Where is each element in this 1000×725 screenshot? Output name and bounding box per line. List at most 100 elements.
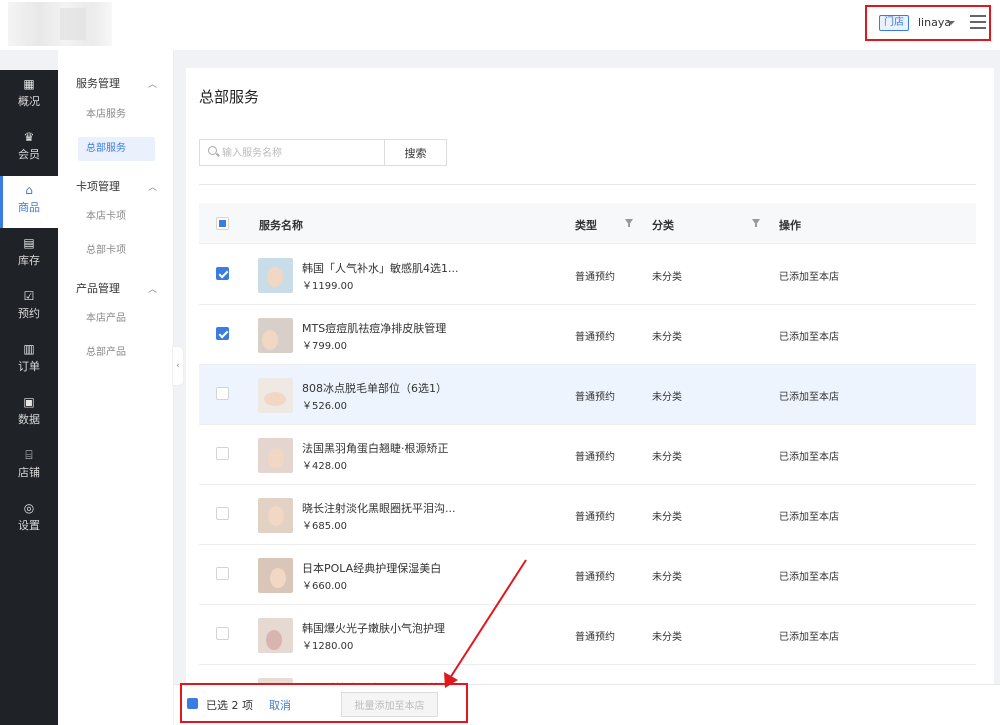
- column-header-category: 分类: [652, 219, 674, 232]
- row-checkbox[interactable]: [216, 567, 229, 580]
- inventory-icon: ▤: [23, 236, 35, 250]
- service-category: 未分类: [652, 572, 682, 583]
- nav-item-label: 会员: [18, 148, 40, 161]
- service-category: 未分类: [652, 512, 682, 523]
- service-type: 普通预约: [575, 572, 615, 583]
- service-name: 法国黑羽角蛋白翘睫·根源矫正: [302, 442, 449, 455]
- select-all-checkbox[interactable]: [216, 217, 229, 230]
- menu-item-hq-card[interactable]: 总部卡项: [78, 239, 155, 263]
- row-checkbox[interactable]: [216, 627, 229, 640]
- storefront-icon: ⌸: [25, 448, 33, 462]
- service-type: 普通预约: [575, 632, 615, 643]
- row-checkbox[interactable]: [216, 507, 229, 520]
- service-type: 普通预约: [575, 392, 615, 403]
- service-name: 日本POLA经典护理保湿美白: [302, 562, 442, 575]
- shop-icon: ⌂: [25, 183, 33, 197]
- cancel-selection-link[interactable]: 取消: [269, 697, 291, 713]
- nav-item-store[interactable]: ⌸ 店铺: [0, 441, 58, 493]
- service-thumbnail: [258, 618, 293, 653]
- chevron-up-icon[interactable]: ︿: [148, 77, 157, 90]
- nav-item-inventory[interactable]: ▤ 库存: [0, 229, 58, 281]
- chevron-up-icon[interactable]: ︿: [148, 180, 157, 193]
- service-action-status: 已添加至本店: [779, 392, 839, 403]
- search-field[interactable]: [199, 139, 385, 166]
- service-type: 普通预约: [575, 452, 615, 463]
- chevron-down-icon[interactable]: [947, 21, 955, 25]
- service-thumbnail: [258, 558, 293, 593]
- menu-item-hq-service[interactable]: 总部服务: [78, 137, 155, 161]
- service-price: ￥428.00: [302, 461, 347, 472]
- row-checkbox[interactable]: [216, 267, 229, 280]
- nav-item-member[interactable]: ♛ 会员: [0, 123, 58, 175]
- table-row[interactable]: 韩国爆火光子嫩肤小气泡护理 ￥1280.00 普通预约 未分类 已添加至本店: [199, 605, 976, 665]
- service-category: 未分类: [652, 392, 682, 403]
- service-category: 未分类: [652, 632, 682, 643]
- menu-group-card[interactable]: 卡项管理: [76, 178, 120, 194]
- nav-item-overview[interactable]: ▦ 概况: [0, 70, 58, 122]
- filter-icon[interactable]: [625, 219, 633, 227]
- selected-indicator-checkbox[interactable]: [187, 698, 198, 709]
- settings-icon: ◎: [23, 501, 35, 515]
- nav-item-label: 数据: [18, 413, 40, 426]
- nav-item-label: 店铺: [18, 466, 40, 479]
- table-row[interactable]: MTS痘痘肌祛痘净排皮肤管理 ￥799.00 普通预约 未分类 已添加至本店: [199, 305, 976, 365]
- search-button[interactable]: 搜索: [384, 139, 447, 166]
- menu-group-product[interactable]: 产品管理: [76, 280, 120, 296]
- batch-add-button[interactable]: 批量添加至本店: [341, 692, 438, 717]
- primary-nav: ▦ 概况 ♛ 会员 ⌂ 商品 ▤ 库存 ☑ 预约 ▥ 订单 ▣ 数据 ⌸ 店铺 ◎ 设置: [0, 70, 58, 725]
- chevron-up-icon[interactable]: ︿: [148, 282, 157, 295]
- service-type: 普通预约: [575, 332, 615, 343]
- menu-item-hq-product[interactable]: 总部产品: [78, 341, 155, 365]
- service-action-status: 已添加至本店: [779, 512, 839, 523]
- service-name: MTS痘痘肌祛痘净排皮肤管理: [302, 322, 447, 335]
- hamburger-menu-icon[interactable]: [970, 15, 986, 29]
- nav-item-goods[interactable]: ⌂ 商品: [0, 176, 58, 228]
- grid-icon: ▦: [23, 77, 35, 91]
- table-row[interactable]: 晓长注射淡化黑眼圈抚平泪沟... ￥685.00 普通预约 未分类 已添加至本店: [199, 485, 976, 545]
- search-icon: [208, 146, 217, 155]
- row-checkbox[interactable]: [216, 447, 229, 460]
- nav-item-booking[interactable]: ☑ 预约: [0, 282, 58, 334]
- row-checkbox[interactable]: [216, 387, 229, 400]
- table-row[interactable]: 韩国「人气补水」敏感肌4选1... ￥1199.00 普通预约 未分类 已添加至…: [199, 245, 976, 305]
- nav-item-label: 概况: [18, 95, 40, 108]
- service-name: 晓长注射淡化黑眼圈抚平泪沟...: [302, 502, 456, 515]
- chart-monitor-icon: ▣: [23, 395, 35, 409]
- column-header-type: 类型: [575, 219, 597, 232]
- menu-group-service[interactable]: 服务管理: [76, 75, 120, 91]
- store-tag[interactable]: 门店: [879, 15, 909, 31]
- service-name: 韩国「人气补水」敏感肌4选1...: [302, 262, 459, 275]
- nav-item-settings[interactable]: ◎ 设置: [0, 494, 58, 546]
- top-bar: [0, 0, 1000, 50]
- service-price: ￥660.00: [302, 581, 347, 592]
- collapse-sidebar-handle[interactable]: ‹: [172, 346, 184, 386]
- service-price: ￥1199.00: [302, 281, 354, 292]
- service-action-status: 已添加至本店: [779, 632, 839, 643]
- search-input[interactable]: [222, 144, 380, 162]
- service-action-status: 已添加至本店: [779, 272, 839, 283]
- table-row[interactable]: 日本POLA经典护理保湿美白 ￥660.00 普通预约 未分类 已添加至本店: [199, 545, 976, 605]
- menu-item-store-card[interactable]: 本店卡项: [78, 205, 155, 229]
- menu-item-store-service[interactable]: 本店服务: [78, 103, 155, 127]
- service-category: 未分类: [652, 452, 682, 463]
- nav-item-orders[interactable]: ▥ 订单: [0, 335, 58, 387]
- table-row[interactable]: 法国黑羽角蛋白翘睫·根源矫正 ￥428.00 普通预约 未分类 已添加至本店: [199, 425, 976, 485]
- row-checkbox[interactable]: [216, 327, 229, 340]
- nav-item-data[interactable]: ▣ 数据: [0, 388, 58, 440]
- filter-icon[interactable]: [752, 219, 760, 227]
- table-header: 服务名称 类型 分类 操作: [199, 203, 976, 244]
- table-row[interactable]: 808冰点脱毛单部位（6选1） ￥526.00 普通预约 未分类 已添加至本店: [199, 365, 976, 425]
- service-name: 808冰点脱毛单部位（6选1）: [302, 382, 447, 395]
- service-price: ￥526.00: [302, 401, 347, 412]
- service-name: 韩国爆火光子嫩肤小气泡护理: [302, 622, 445, 635]
- selected-count: 已选 2 项: [206, 699, 253, 712]
- calendar-check-icon: ☑: [23, 289, 35, 303]
- column-header-action: 操作: [779, 219, 801, 232]
- service-action-status: 已添加至本店: [779, 332, 839, 343]
- nav-item-label: 商品: [18, 201, 40, 214]
- service-category: 未分类: [652, 332, 682, 343]
- clipboard-icon: ▥: [23, 342, 35, 356]
- crown-icon: ♛: [23, 130, 35, 144]
- menu-item-store-product[interactable]: 本店产品: [78, 307, 155, 331]
- nav-item-label: 订单: [18, 360, 40, 373]
